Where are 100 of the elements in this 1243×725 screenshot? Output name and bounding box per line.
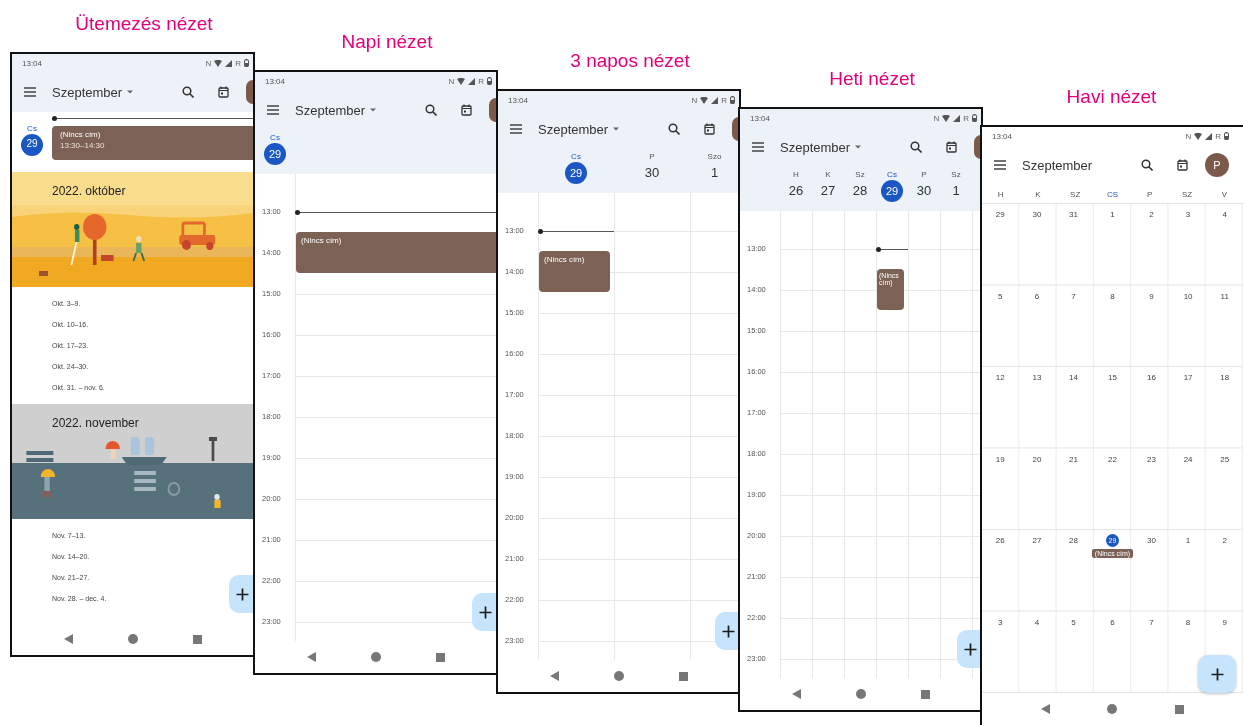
recents-icon[interactable] xyxy=(435,652,445,662)
calendar-icon[interactable] xyxy=(704,123,715,135)
avatar[interactable]: P xyxy=(1205,153,1229,177)
menu-icon[interactable] xyxy=(994,160,1006,170)
day-number[interactable]: 21 xyxy=(1069,452,1078,466)
day-number[interactable]: 18 xyxy=(1220,371,1230,384)
day-number[interactable]: 5 xyxy=(1071,615,1076,629)
event-card[interactable]: (Nincs cím) 13:30–14:30 xyxy=(52,126,253,160)
day-number[interactable]: 1 xyxy=(1185,534,1191,547)
menu-icon[interactable] xyxy=(510,124,522,134)
day-number[interactable]: 1 xyxy=(710,162,719,184)
month-dropdown[interactable]: Szeptember xyxy=(780,139,862,155)
home-icon[interactable] xyxy=(855,689,866,699)
day-number[interactable]: 9 xyxy=(1222,615,1227,629)
day-number[interactable]: 10 xyxy=(1183,289,1193,303)
weekday-label: K xyxy=(825,169,831,180)
day-number[interactable]: 28 xyxy=(852,180,868,202)
search-icon[interactable] xyxy=(425,104,437,116)
calendar-icon[interactable] xyxy=(218,86,229,98)
day-number[interactable]: 7 xyxy=(1149,615,1154,629)
calendar-icon[interactable] xyxy=(946,141,957,153)
day-number[interactable]: 29 xyxy=(264,143,286,165)
day-number[interactable]: 13 xyxy=(1032,371,1042,384)
day-number[interactable]: 8 xyxy=(1110,289,1115,303)
day-number[interactable]: 3 xyxy=(1185,208,1191,221)
day-number[interactable]: 26 xyxy=(788,180,804,202)
day-number[interactable]: 30 xyxy=(1032,208,1042,221)
recents-icon[interactable] xyxy=(1175,704,1185,714)
event-block[interactable]: (Nincs cím) xyxy=(539,251,610,292)
day-number[interactable]: 14 xyxy=(1069,371,1078,384)
search-icon[interactable] xyxy=(182,86,194,98)
menu-icon[interactable] xyxy=(24,87,36,97)
day-number[interactable]: 29 xyxy=(21,134,43,156)
time-grid[interactable]: (Nincs cím) xyxy=(538,193,739,660)
add-button[interactable] xyxy=(472,593,496,631)
search-icon[interactable] xyxy=(1141,159,1153,171)
day-number[interactable]: 5 xyxy=(998,289,1003,303)
day-number[interactable]: 4 xyxy=(1034,615,1040,629)
search-icon[interactable] xyxy=(668,123,680,135)
day-number[interactable]: 3 xyxy=(998,615,1003,629)
back-icon[interactable] xyxy=(1040,704,1050,714)
day-number[interactable]: 6 xyxy=(1034,289,1040,303)
day-number[interactable]: 7 xyxy=(1071,289,1076,303)
back-icon[interactable] xyxy=(63,634,73,644)
day-number[interactable]: 2 xyxy=(1149,208,1154,221)
time-grid[interactable]: (Nincs cím) xyxy=(295,174,496,641)
back-icon[interactable] xyxy=(791,689,801,699)
day-number[interactable]: 25 xyxy=(1220,452,1230,466)
weekday-label: K xyxy=(1034,189,1042,199)
recents-icon[interactable] xyxy=(920,689,930,699)
day-number[interactable]: 27 xyxy=(820,180,836,202)
day-number[interactable]: 4 xyxy=(1222,208,1227,221)
add-button[interactable] xyxy=(229,575,253,613)
day-number[interactable]: 9 xyxy=(1149,289,1154,303)
day-number[interactable]: 2 xyxy=(1222,534,1227,547)
month-dropdown[interactable]: Szeptember xyxy=(295,102,377,118)
day-number[interactable]: 12 xyxy=(995,371,1005,384)
day-number[interactable]: 27 xyxy=(1032,534,1042,547)
day-number[interactable]: 20 xyxy=(1032,452,1042,466)
day-number[interactable]: 22 xyxy=(1108,452,1117,466)
day-number[interactable]: 8 xyxy=(1185,615,1191,629)
day-number[interactable]: 1 xyxy=(952,180,960,202)
weekday-label: H xyxy=(996,189,1005,199)
day-number[interactable]: 15 xyxy=(1108,371,1117,384)
day-number[interactable]: 28 xyxy=(1069,534,1078,547)
day-number[interactable]: 1 xyxy=(1110,208,1115,221)
day-number[interactable]: 30 xyxy=(916,180,932,202)
add-button[interactable] xyxy=(957,630,981,668)
calendar-icon[interactable] xyxy=(1177,159,1188,171)
month-dropdown[interactable]: Szeptember xyxy=(538,121,620,137)
day-number[interactable]: 30 xyxy=(644,162,660,184)
day-number[interactable]: 16 xyxy=(1147,371,1156,384)
day-number[interactable]: 11 xyxy=(1220,289,1229,303)
day-number[interactable]: 29 xyxy=(881,180,903,202)
day-number[interactable]: 6 xyxy=(1110,615,1115,629)
recents-icon[interactable] xyxy=(192,634,202,644)
recents-icon[interactable] xyxy=(678,671,688,681)
home-icon[interactable] xyxy=(127,634,138,644)
search-icon[interactable] xyxy=(910,141,922,153)
month-dropdown[interactable]: Szeptember xyxy=(52,84,134,100)
day-number[interactable]: 19 xyxy=(995,452,1005,466)
back-icon[interactable] xyxy=(306,652,316,662)
add-button[interactable] xyxy=(715,612,739,650)
menu-icon[interactable] xyxy=(752,142,764,152)
menu-icon[interactable] xyxy=(267,105,279,115)
home-icon[interactable] xyxy=(1107,704,1118,714)
month-title[interactable]: Szeptember xyxy=(1022,157,1093,173)
day-number[interactable]: 29 xyxy=(995,208,1005,221)
calendar-icon[interactable] xyxy=(461,104,472,116)
event-block[interactable]: (Nincs cím) xyxy=(296,232,496,273)
back-icon[interactable] xyxy=(549,671,559,681)
day-number[interactable]: 31 xyxy=(1069,208,1078,221)
day-number[interactable]: 26 xyxy=(995,534,1005,547)
home-icon[interactable] xyxy=(613,671,624,681)
day-number[interactable]: 23 xyxy=(1147,452,1156,466)
day-number[interactable]: 30 xyxy=(1147,534,1156,547)
home-icon[interactable] xyxy=(370,652,381,662)
day-number[interactable]: 29 xyxy=(565,162,587,184)
day-number[interactable]: 24 xyxy=(1183,452,1193,466)
day-number[interactable]: 17 xyxy=(1183,371,1193,384)
